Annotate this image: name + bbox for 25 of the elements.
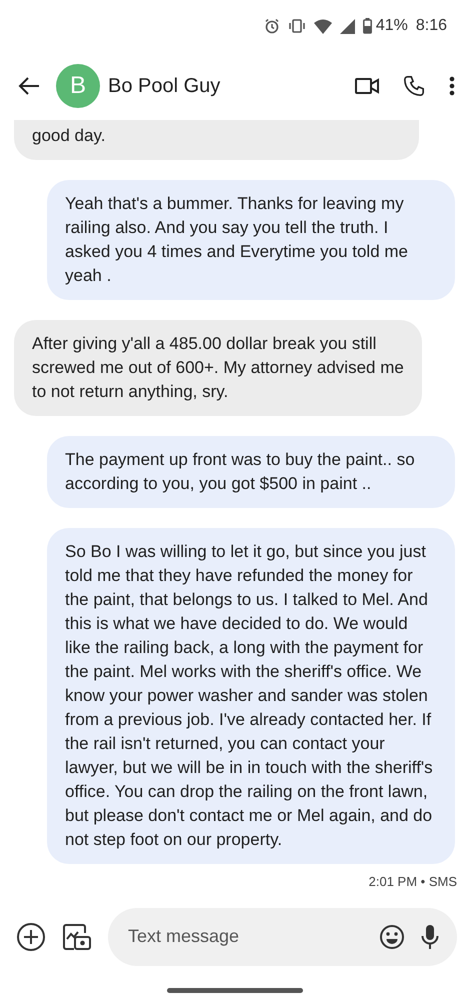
battery-percentage: 41% xyxy=(376,16,408,36)
message-bubble: Yeah that's a bummer. Thanks for leaving my railing also. And you say you tell the truth. I asked you 4 times and Everytime you told me yeah . xyxy=(47,180,455,300)
back-arrow-icon[interactable] xyxy=(18,76,40,96)
phone-icon[interactable] xyxy=(403,75,425,97)
gallery-camera-icon[interactable] xyxy=(62,922,92,952)
signal-icon xyxy=(340,18,355,34)
clock: 8:16 xyxy=(416,16,447,36)
message-bubble: The payment up front was to buy the paint.. so according to you, you got $500 in paint .. xyxy=(47,436,455,508)
message-bubble: good day. xyxy=(14,120,419,160)
contact-name: Bo Pool Guy xyxy=(108,74,222,99)
more-options-icon[interactable] xyxy=(449,76,455,96)
battery-icon xyxy=(362,18,372,34)
vibrate-icon xyxy=(288,18,306,34)
message-bubble: After giving y'all a 485.00 dollar break you still screwed me out of 600+. My attorney advised me to not return anything, sry. xyxy=(14,320,422,416)
wifi-icon xyxy=(314,18,332,34)
video-call-icon[interactable] xyxy=(355,78,379,94)
message-timestamp: 2:01 PM • SMS xyxy=(368,873,458,891)
alarm-icon xyxy=(264,18,280,34)
add-icon[interactable] xyxy=(16,922,46,952)
microphone-icon[interactable] xyxy=(421,924,439,950)
message-bubble: So Bo I was willing to let it go, but since you just told me that they have refunded the money for the paint, that belongs to us. I talked to Mel. And this is what we have decided to do. We would like the railing back, a long with the payment for the paint. Mel works with the sheriff's office. We know your power washer and sander was stolen from a previous job. I've already contacted her. If the rail isn't returned, you can contact your lawyer, but we will be in in touch with the sheriff's office. You can drop the railing on the front lawn, but please don't contact me or Mel again, and do not step foot on our property. xyxy=(47,528,455,864)
emoji-icon[interactable] xyxy=(379,924,405,950)
message-input-field[interactable]: Text message xyxy=(126,922,363,951)
contact-avatar: B xyxy=(56,64,100,108)
message-compose-bar[interactable]: Text message xyxy=(108,908,457,966)
